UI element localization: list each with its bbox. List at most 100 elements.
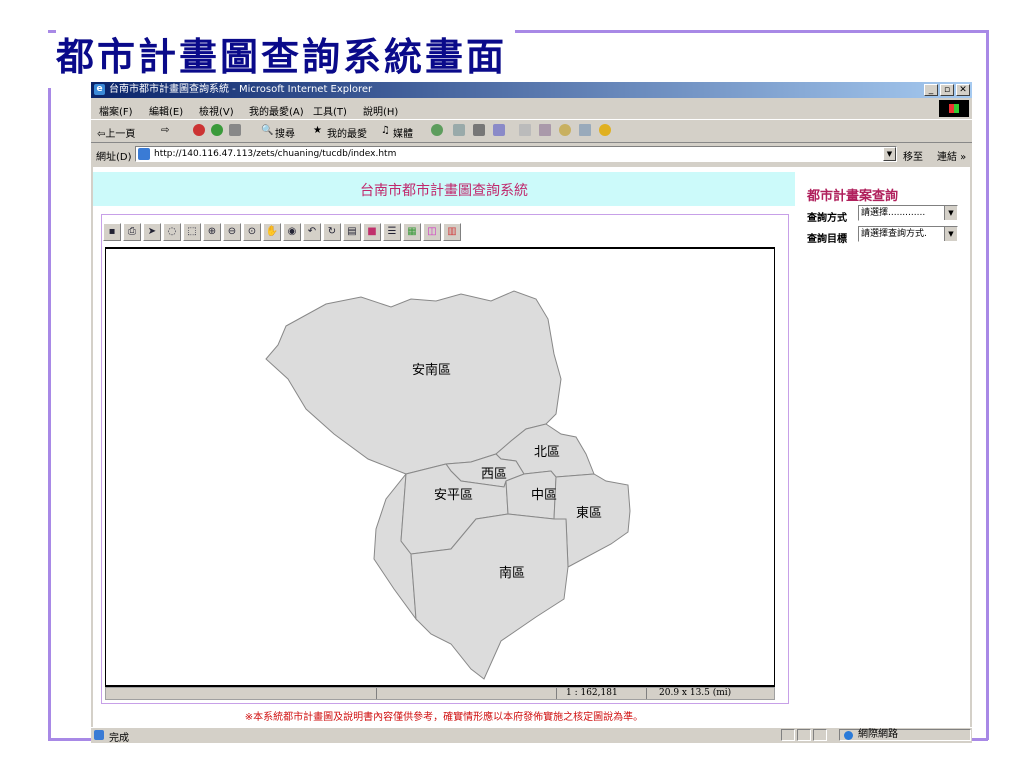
query-method-select[interactable]: 請選擇............. ▼: [858, 205, 958, 221]
globe-icon: [844, 731, 853, 740]
slide-title: 都市計畫圖查詢系統畫面: [56, 30, 516, 84]
district-label: 安南區: [412, 362, 451, 378]
maximize-button[interactable]: ▫: [940, 84, 954, 96]
page-icon: [138, 148, 150, 160]
refresh-icon[interactable]: [211, 124, 223, 136]
windows-logo-icon: [939, 100, 969, 117]
status-divider: [646, 688, 647, 699]
smiley-icon[interactable]: [599, 124, 611, 136]
layer-icon[interactable]: ■: [363, 223, 381, 241]
favorites-button[interactable]: 我的最愛: [327, 125, 367, 140]
status-divider: [376, 688, 377, 699]
menu-tools[interactable]: 工具(T): [313, 103, 347, 118]
discuss-icon[interactable]: [519, 124, 531, 136]
district-label: 北區: [534, 445, 560, 460]
stop-icon[interactable]: [193, 124, 205, 136]
browser-toolbar: ⇦上一頁 ⇨ 🔍 搜尋 ★ 我的最愛 ♫ 媒體: [91, 120, 972, 143]
disclaimer: ※本系統都市計畫圖及說明書內容僅供參考，確實情形應以本府發佈實施之核定圖說為準。: [244, 712, 644, 723]
gis-toolbar: ▪ ⎙ ➤ ◌ ⬚ ⊕ ⊖ ⊙ ✋ ◉ ↶ ↻ ▤ ■ ☰ ▦ ◫ ▥: [103, 223, 523, 245]
back-button[interactable]: ⇦上一頁: [97, 125, 135, 140]
menu-file[interactable]: 檔案(F): [99, 103, 133, 118]
menu-edit[interactable]: 編輯(E): [149, 103, 183, 118]
district-label: 東區: [576, 505, 602, 521]
address-url: http://140.116.47.113/zets/chuaning/tucd…: [154, 149, 397, 159]
pan-icon[interactable]: ✋: [263, 223, 281, 241]
links-button[interactable]: 連結 »: [937, 148, 966, 163]
search-button[interactable]: 搜尋: [275, 125, 295, 140]
zoom-out-icon[interactable]: ⊖: [223, 223, 241, 241]
map-statusbar: 1 : 162,181 20.9 x 13.5 (mi): [105, 687, 775, 700]
zoom-in-icon[interactable]: ⊕: [203, 223, 221, 241]
refresh-map-icon[interactable]: ↻: [323, 223, 341, 241]
chevron-down-icon: ▼: [944, 206, 957, 220]
forward-icon[interactable]: ⇨: [161, 125, 169, 136]
messenger-icon[interactable]: [559, 124, 571, 136]
print-icon[interactable]: [473, 124, 485, 136]
media-icon[interactable]: ♫: [381, 125, 390, 136]
address-input[interactable]: http://140.116.47.113/zets/chuaning/tucd…: [135, 146, 897, 162]
side-panel-title: 都市計畫案查詢: [807, 189, 899, 204]
address-dropdown-button[interactable]: ▼: [883, 147, 896, 161]
full-extent-icon[interactable]: ◉: [283, 223, 301, 241]
menu-view[interactable]: 檢視(V): [199, 103, 234, 118]
menu-help[interactable]: 說明(H): [363, 103, 398, 118]
query-target-value: 請選擇查詢方式.: [861, 229, 927, 239]
page-header: 台南市都市計畫圖查詢系統: [360, 183, 528, 199]
edit-icon[interactable]: [493, 124, 505, 136]
ie-icon: e: [94, 84, 105, 95]
close-button[interactable]: ✕: [956, 84, 970, 96]
table-icon[interactable]: ▥: [443, 223, 461, 241]
browser-statusbar: 完成 網際網路: [91, 727, 972, 744]
history-icon[interactable]: [431, 124, 443, 136]
favorites-icon[interactable]: ★: [313, 125, 322, 136]
chevron-down-icon: ▼: [944, 227, 957, 241]
status-segment: [781, 729, 795, 741]
district-label: 中區: [531, 488, 557, 503]
window-titlebar[interactable]: e 台南市都市計畫圖查詢系統 - Microsoft Internet Expl…: [91, 82, 972, 98]
menu-favorites[interactable]: 我的最愛(A): [249, 103, 304, 118]
save-icon[interactable]: ▪: [103, 223, 121, 241]
status-divider: [556, 688, 557, 699]
pointer-icon[interactable]: ➤: [143, 223, 161, 241]
previous-view-icon[interactable]: ↶: [303, 223, 321, 241]
status-segment: [797, 729, 811, 741]
search-icon[interactable]: 🔍: [261, 125, 273, 136]
map-view[interactable]: 安南區 北區 西區 安平區 中區 東區 南區: [105, 247, 775, 687]
address-label: 網址(D): [96, 152, 132, 163]
district-label: 西區: [481, 467, 507, 482]
minimize-button[interactable]: _: [924, 84, 938, 96]
window-title: 台南市都市計畫圖查詢系統 - Microsoft Internet Explor…: [109, 84, 373, 95]
address-bar: 網址(D) http://140.116.47.113/zets/chuanin…: [91, 143, 972, 165]
print-icon[interactable]: ⎙: [123, 223, 141, 241]
query-target-select[interactable]: 請選擇查詢方式. ▼: [858, 226, 958, 242]
map-dimensions: 20.9 x 13.5 (mi): [659, 688, 732, 698]
zone-text: 網際網路: [858, 729, 898, 740]
theme-icon[interactable]: ▦: [403, 223, 421, 241]
overview-icon[interactable]: ◫: [423, 223, 441, 241]
district-map: 安南區 北區 西區 安平區 中區 東區 南區: [265, 290, 631, 680]
page-done-icon: [94, 730, 104, 740]
media-button[interactable]: 媒體: [393, 125, 413, 140]
zoom-window-icon[interactable]: ⊙: [243, 223, 261, 241]
slide-frame: [48, 88, 51, 740]
browser-window: e 台南市都市計畫圖查詢系統 - Microsoft Internet Expl…: [91, 82, 972, 744]
slide-frame: [986, 30, 989, 740]
query-method-label: 查詢方式: [807, 213, 847, 224]
district-label: 安平區: [434, 488, 473, 503]
page-content: 台南市都市計畫圖查詢系統 都市計畫案查詢 查詢方式 請選擇...........…: [93, 167, 970, 727]
district-label: 南區: [499, 565, 525, 581]
rectangle-select-icon[interactable]: ⬚: [183, 223, 201, 241]
map-scale: 1 : 162,181: [566, 688, 618, 698]
research-icon[interactable]: [539, 124, 551, 136]
legend-icon[interactable]: ☰: [383, 223, 401, 241]
menu-bar: 檔案(F) 編輯(E) 檢視(V) 我的最愛(A) 工具(T) 說明(H): [91, 99, 972, 120]
go-button[interactable]: 移至: [903, 148, 923, 163]
status-text: 完成: [109, 733, 129, 744]
status-segment: [813, 729, 827, 741]
security-zone: 網際網路: [839, 729, 971, 741]
circle-select-icon[interactable]: ◌: [163, 223, 181, 241]
mail-icon[interactable]: [453, 124, 465, 136]
info-icon[interactable]: ▤: [343, 223, 361, 241]
home-icon[interactable]: [229, 124, 241, 136]
tool-icon[interactable]: [579, 124, 591, 136]
